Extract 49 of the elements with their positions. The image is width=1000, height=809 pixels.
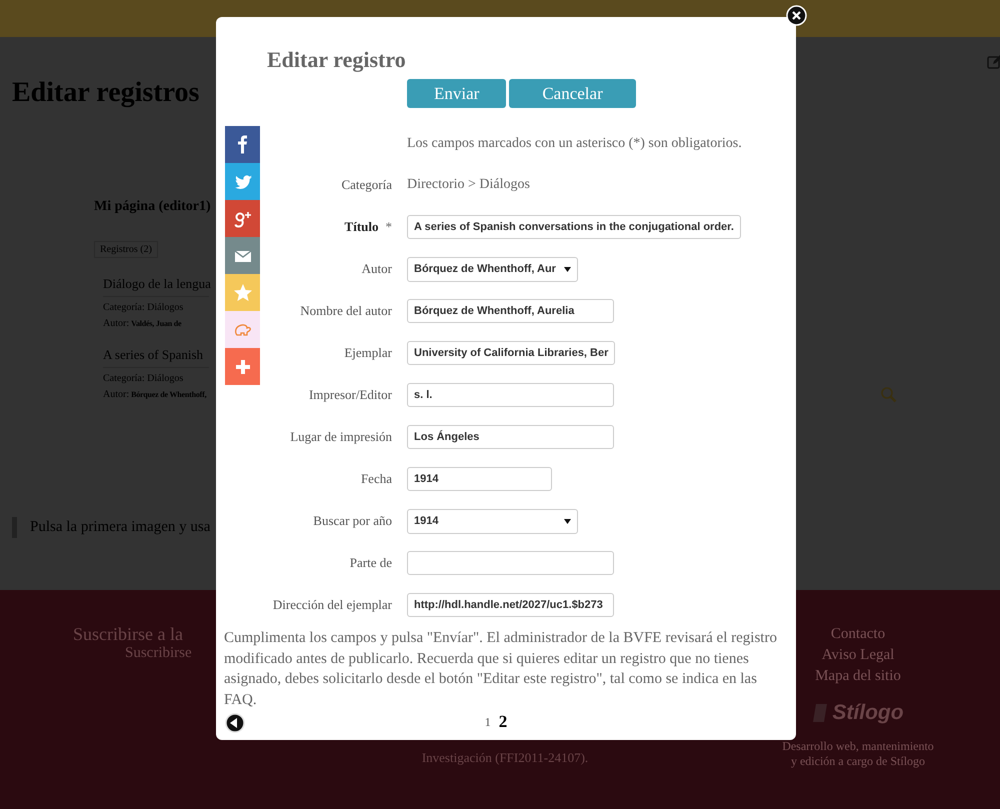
share-button[interactable] [225,237,260,274]
dialog-title: Editar registro [267,47,407,73]
text-field[interactable]: University of California Libraries, Ber [407,341,616,365]
field-label: Ejemplar [344,345,392,361]
required-note: Los campos marcados con un asterisco (*) son obligatorios. [407,136,743,152]
text-field[interactable]: Bórquez de Whenthoff, Aurelia [407,299,614,323]
select-field[interactable]: 1914 [407,508,578,534]
footer-link[interactable]: Mapa del sitio [815,666,901,687]
footer-link[interactable]: Contacto [830,624,886,645]
field-label: Autor [362,261,392,277]
text-field[interactable]: http://hdl.handle.net/2027/uc1.$b273 [407,593,614,617]
field-label: Nombre del autor [300,303,392,319]
field-value: Directorio > Diálogos [407,177,530,193]
text-field[interactable]: A series of Spanish conversations in the conjugational order. [407,215,741,239]
back-icon[interactable] [224,712,246,734]
text-field[interactable]: Los Ángeles [407,425,614,449]
page-link[interactable]: 2 [498,712,508,732]
page-link[interactable]: 1 [484,712,491,732]
share-button[interactable] [225,348,260,385]
f-letter-icon [237,135,248,154]
text-field[interactable] [407,551,614,575]
field-label: Impresor/Editor [308,387,392,403]
field-label: Lugar de impresión [290,429,392,445]
field-label: Buscar por año [313,513,392,529]
credits-text: Desarrollo web, mantenimiento [782,739,934,754]
funding-text: Investigación (FFI2011-24107). [422,750,588,766]
required-mark: * [386,219,392,235]
share-button[interactable] [225,200,260,237]
share-button[interactable] [225,126,260,163]
caret-icon [564,518,571,524]
credits-text: y edición a cargo de Stílogo [790,754,926,769]
subscribe-title: Suscribirse a la [73,624,183,645]
stilogo-logo[interactable]: Stílogo [812,701,904,725]
field-label: Dirección del ejemplar [272,597,392,613]
subscribe-link[interactable]: Suscribirse [125,645,192,662]
footer-link[interactable]: Aviso Legal [822,645,894,666]
field-label: Fecha [360,471,392,487]
edit-icon[interactable] [987,54,1000,70]
cancel-button[interactable]: Cancelar [509,79,636,108]
send-button[interactable]: Enviar [407,79,506,108]
select-field[interactable]: Bórquez de Whenthoff, Aur [407,256,578,282]
field-label: Título [344,219,378,235]
instructions-text: Cumplimenta los campos y pulsa "Envíar". El administrador de la BVFE revisará el registro modificado antes de publicarlo. Recuerda que si quieres editar un registro que no tienes asignado, debes solicitarlo desde el botón "Editar este registro", tal como se indica en las FAQ. [224,629,778,710]
field-label: Categoría [341,177,392,193]
text-field[interactable]: 1914 [407,467,552,491]
close-icon[interactable] [786,5,807,26]
caret-icon [564,266,571,272]
text-field[interactable]: s. l. [407,383,614,407]
field-label: Parte de [350,555,392,571]
